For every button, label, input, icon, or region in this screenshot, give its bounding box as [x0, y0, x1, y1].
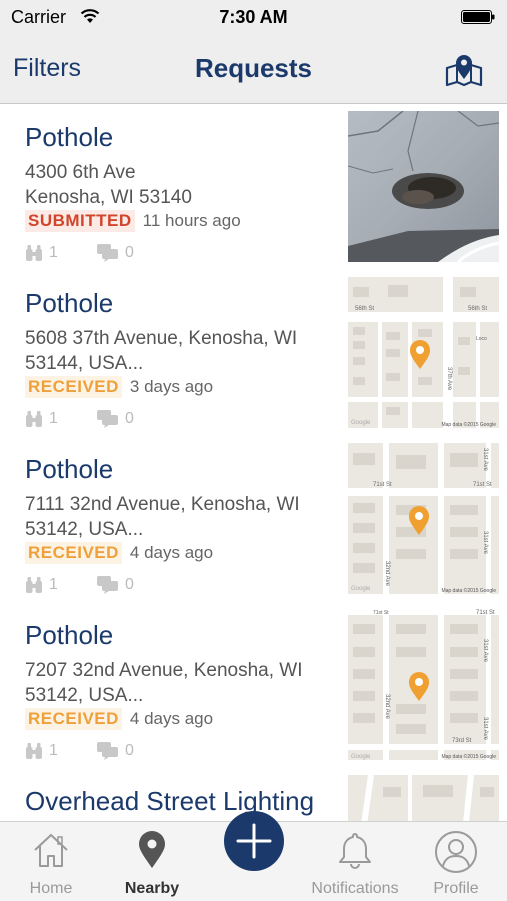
request-address: 7207 32nd Avenue, Kenosha, WI 53142, USA… — [25, 660, 303, 706]
status-badge: RECEIVED — [25, 708, 122, 730]
request-photo — [348, 111, 499, 262]
tab-label: Home — [29, 880, 73, 897]
map-label: 71st St — [373, 610, 389, 616]
map-label: 73rd St — [452, 738, 472, 744]
map-label: 71st St — [473, 482, 492, 488]
tab-label: Notifications — [311, 880, 399, 897]
binoculars-icon — [26, 577, 42, 593]
map-label: 32nd Ave — [384, 694, 390, 720]
request-address: 4300 6th Ave Kenosha, WI 53140 — [25, 160, 330, 210]
status-line: RECEIVED 4 days ago — [25, 542, 213, 566]
map-label: 32nd Ave — [384, 561, 390, 587]
battery-icon — [461, 10, 495, 24]
status-badge: SUBMITTED — [25, 210, 135, 232]
status-time: 7:30 AM — [219, 7, 288, 27]
request-title: Pothole — [25, 122, 114, 152]
map-label: 37th Ave — [446, 367, 452, 391]
request-list[interactable]: Pothole 4300 6th Ave Kenosha, WI 53140 S… — [0, 104, 507, 821]
map-label: Google — [351, 754, 371, 760]
status-line: RECEIVED 4 days ago — [25, 708, 213, 732]
map-label: 31st Ave — [482, 639, 488, 663]
binoculars-icon — [26, 245, 42, 261]
map-label: 31st Ave — [482, 717, 488, 741]
request-title: Pothole — [25, 454, 114, 484]
map-label: 56th St — [355, 306, 374, 312]
map-label: 31st Ave — [482, 448, 488, 472]
request-age: 3 days ago — [129, 377, 214, 396]
comments-icon — [97, 742, 118, 760]
map-label: 71st St — [476, 610, 495, 616]
bell-icon — [339, 833, 371, 869]
request-row[interactable]: Pothole 7111 32nd Avenue, Kenosha, WI 53… — [0, 436, 507, 604]
comments-icon — [97, 576, 118, 594]
map-label: Map data ©2015 Google — [441, 421, 496, 428]
map-label: 71st St — [373, 482, 392, 488]
plus-icon — [236, 823, 272, 859]
map-label: Map data ©2015 Google — [441, 587, 496, 594]
map-label: Loco — [476, 336, 487, 342]
supporters-count: 1 — [49, 576, 58, 593]
request-age: 4 days ago — [129, 543, 214, 562]
comments-icon — [97, 410, 118, 428]
request-age: 11 hours ago — [142, 211, 241, 230]
request-title: Pothole — [25, 620, 114, 650]
comments-count: 0 — [125, 742, 134, 759]
tab-profile[interactable]: Profile — [420, 822, 492, 901]
map-label: Google — [351, 420, 371, 426]
comments-icon — [97, 244, 118, 262]
tab-home[interactable]: Home — [14, 822, 88, 901]
request-row[interactable]: Pothole 7207 32nd Avenue, Kenosha, WI 53… — [0, 602, 507, 770]
request-row[interactable]: Pothole 5608 37th Avenue, Kenosha, WI 53… — [0, 270, 507, 438]
user-icon — [435, 831, 477, 873]
map-label: 31st Ave — [482, 531, 488, 555]
tab-label: Nearby — [124, 880, 180, 897]
comments-count: 0 — [125, 576, 134, 593]
map-label: 56th St — [468, 306, 487, 312]
status-badge: RECEIVED — [25, 542, 122, 564]
request-address: 7111 32nd Avenue, Kenosha, WI 53142, USA… — [25, 494, 300, 540]
filters-button[interactable]: Filters — [13, 54, 81, 83]
address-line: 4300 6th Ave — [25, 162, 136, 183]
home-icon — [34, 833, 68, 867]
supporters-count: 1 — [49, 244, 58, 261]
status-line: RECEIVED 3 days ago — [25, 376, 213, 400]
map-pin-icon[interactable] — [444, 48, 484, 88]
map-thumbnail — [348, 775, 499, 821]
address-line: Kenosha, WI 53140 — [25, 187, 192, 208]
tab-label: Profile — [433, 880, 479, 897]
add-request-button[interactable] — [224, 811, 284, 871]
tab-nearby[interactable]: Nearby — [113, 822, 191, 901]
request-age: 4 days ago — [129, 709, 214, 728]
status-badge: RECEIVED — [25, 376, 122, 398]
supporters-count: 1 — [49, 410, 58, 427]
request-address: 5608 37th Avenue, Kenosha, WI 53144, USA… — [25, 328, 298, 374]
navigation-bar: Filters Requests — [0, 36, 507, 104]
tab-notifications[interactable]: Notifications — [304, 822, 406, 901]
map-thumbnail: 56th St 56th St 37th Ave Loco Google Map… — [348, 277, 499, 428]
comments-count: 0 — [125, 244, 134, 261]
map-label: Google — [351, 586, 371, 592]
supporters-count: 1 — [49, 742, 58, 759]
binoculars-icon — [26, 743, 42, 759]
status-bar: Carrier 7:30 AM — [0, 0, 507, 36]
binoculars-icon — [26, 411, 42, 427]
map-label: Map data ©2015 Google — [441, 753, 496, 760]
comments-count: 0 — [125, 410, 134, 427]
location-pin-icon — [139, 831, 165, 868]
request-row[interactable]: Pothole 4300 6th Ave Kenosha, WI 53140 S… — [0, 104, 507, 272]
map-thumbnail: 71st St 71st St 31st Ave 32nd Ave 31st A… — [348, 609, 499, 760]
map-thumbnail: 71st St 71st St 31st Ave 32nd Ave 31st A… — [348, 443, 499, 594]
status-line: SUBMITTED 11 hours ago — [25, 210, 241, 234]
request-title: Pothole — [25, 288, 114, 318]
